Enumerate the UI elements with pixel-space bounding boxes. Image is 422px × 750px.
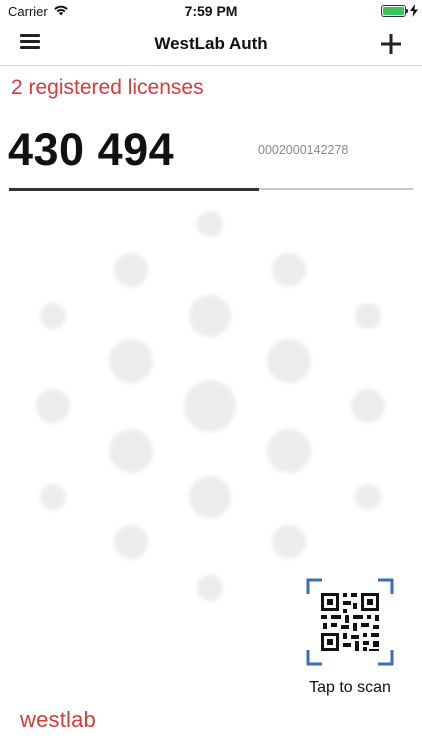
battery-cap (406, 9, 408, 13)
westlab-logo: westlab (20, 707, 96, 732)
battery-icon (381, 5, 406, 17)
decorative-dot-pattern (36, 211, 385, 601)
app-title: WestLab Auth (154, 34, 268, 53)
clock-time: 7:59 PM (184, 3, 238, 19)
registered-licenses-link[interactable]: 2 registered licenses (11, 76, 204, 100)
tap-to-scan-label: Tap to scan (309, 679, 391, 696)
status-bar: Carrier 7:59 PM (0, 0, 422, 24)
plus-icon (381, 34, 401, 54)
otp-timer-progress (9, 187, 413, 191)
scan-qr-button[interactable]: Tap to scan (298, 576, 402, 706)
navigation-bar: WestLab Auth (0, 24, 422, 66)
otp-code: 430 494 (8, 124, 175, 175)
serial-number: 0002000142278 (258, 143, 349, 157)
charging-bolt-icon (410, 4, 418, 20)
otp-timer-progress-fill (9, 187, 260, 191)
add-license-button[interactable] (378, 31, 404, 57)
qr-code-scan-icon (306, 578, 394, 666)
